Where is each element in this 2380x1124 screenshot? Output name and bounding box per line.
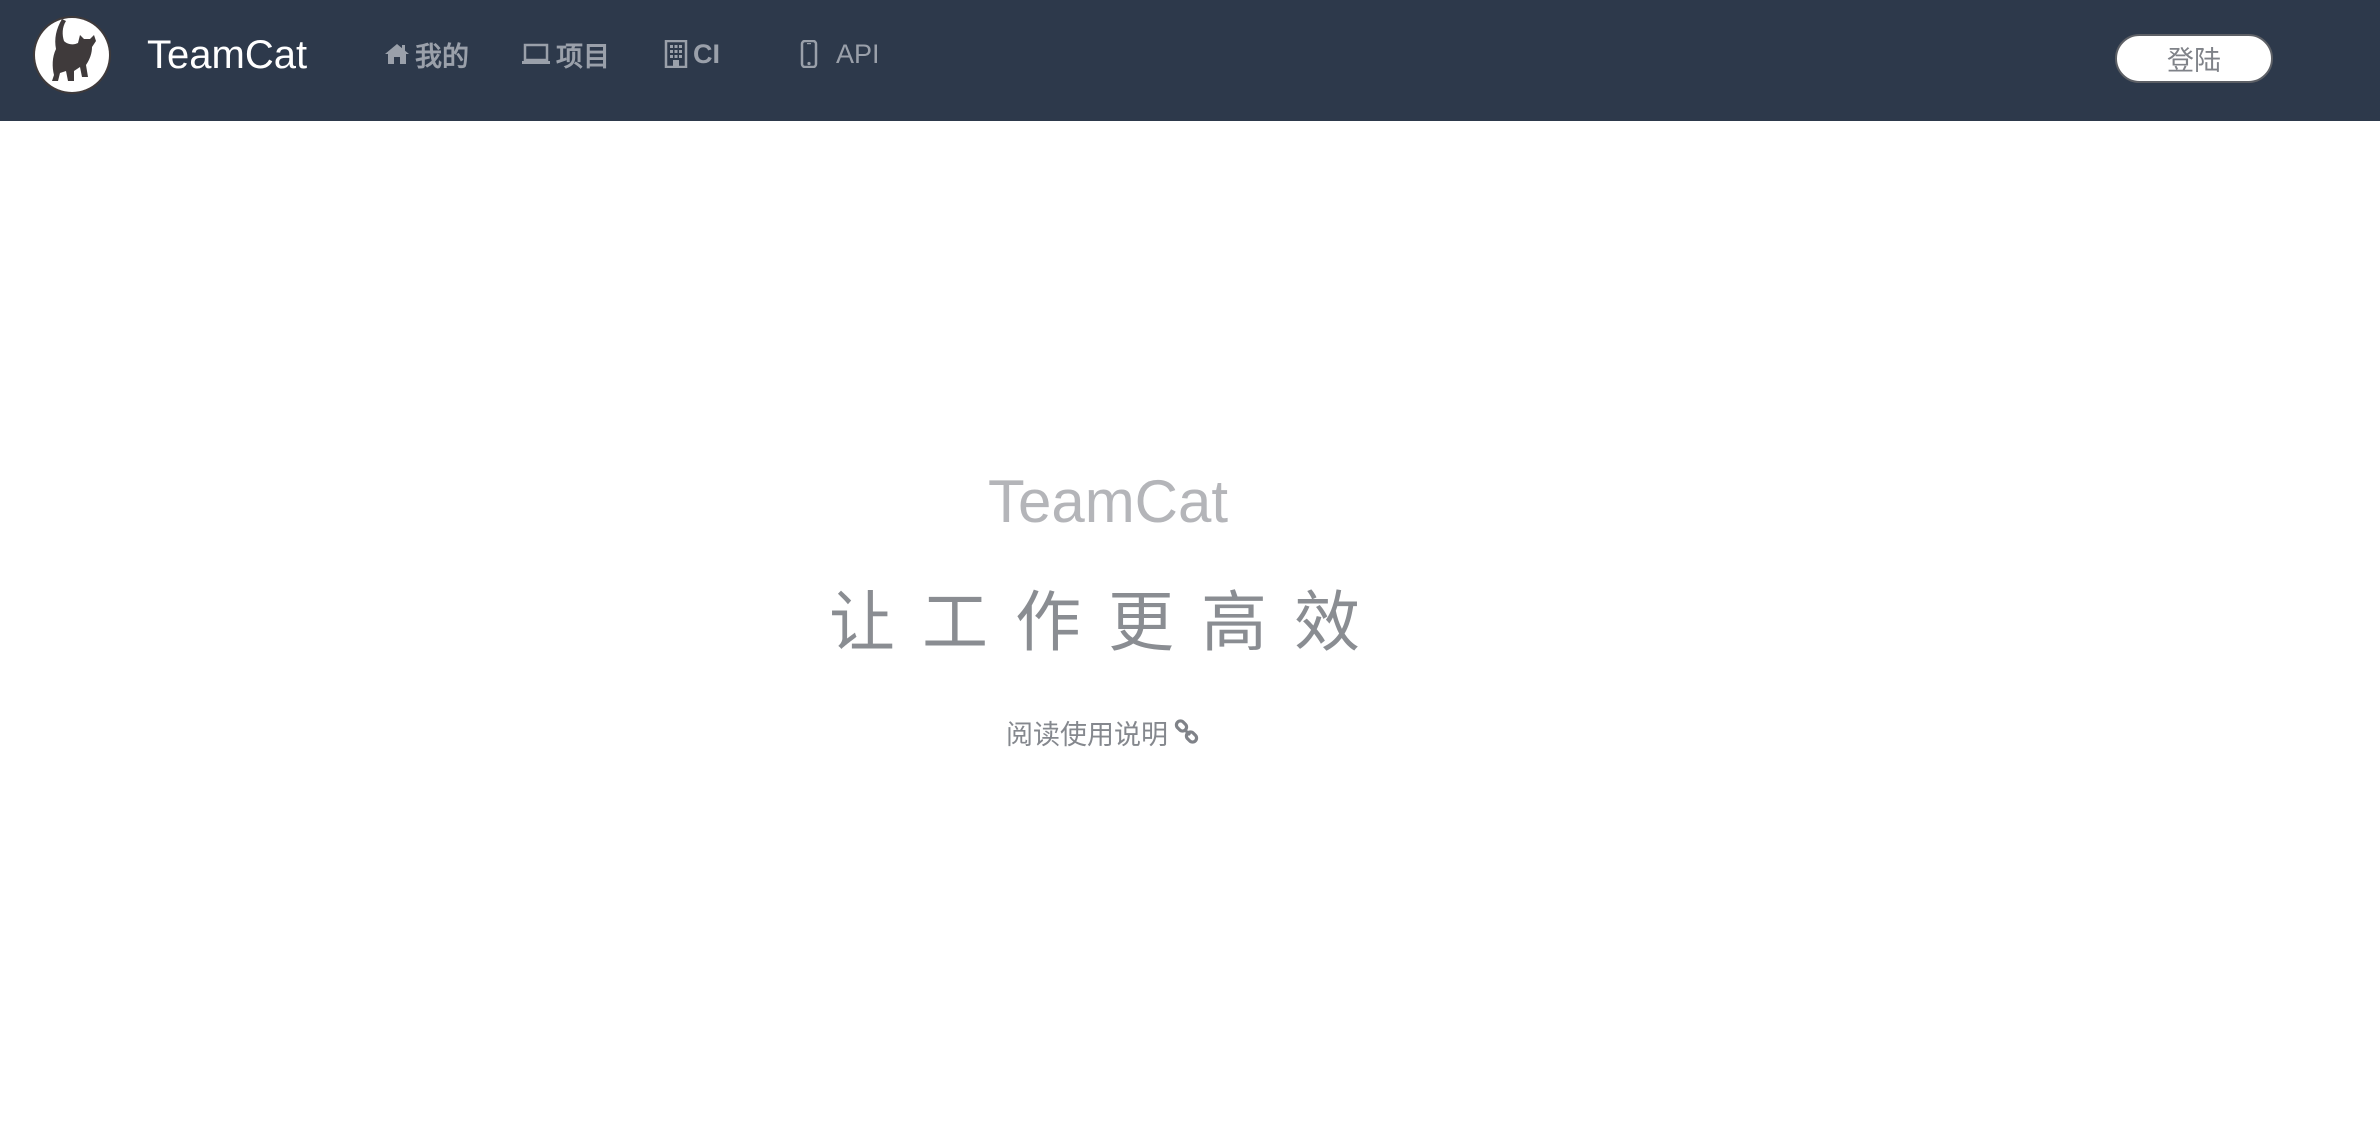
laptop-icon	[521, 43, 551, 65]
nav-item-ci[interactable]: CI	[664, 32, 720, 76]
nav-item-api[interactable]: API	[800, 32, 880, 76]
guide-link[interactable]: 阅读使用说明	[1006, 712, 1200, 752]
nav-item-label: API	[836, 38, 880, 69]
login-button[interactable]: 登陆	[2115, 34, 2273, 83]
hero-slogan: 让工作更高效	[829, 584, 1387, 661]
home-icon	[384, 42, 410, 66]
nav-item-label: 我的	[415, 41, 469, 72]
brand-name[interactable]: TeamCat	[147, 30, 307, 80]
nav-item-label: CI	[693, 38, 720, 69]
nav-item-project[interactable]: 项目	[521, 32, 610, 76]
building-icon	[664, 40, 688, 68]
mobile-icon	[800, 40, 818, 68]
nav-item-mine[interactable]: 我的	[384, 32, 469, 76]
guide-link-label: 阅读使用说明	[1006, 719, 1168, 751]
cat-logo-icon[interactable]	[32, 15, 112, 95]
link-icon	[1174, 719, 1200, 745]
nav-item-label: 项目	[556, 41, 610, 72]
top-navbar: TeamCat 我的 项目 CI API 登陆	[0, 0, 2380, 121]
hero-title: TeamCat	[987, 468, 1229, 535]
